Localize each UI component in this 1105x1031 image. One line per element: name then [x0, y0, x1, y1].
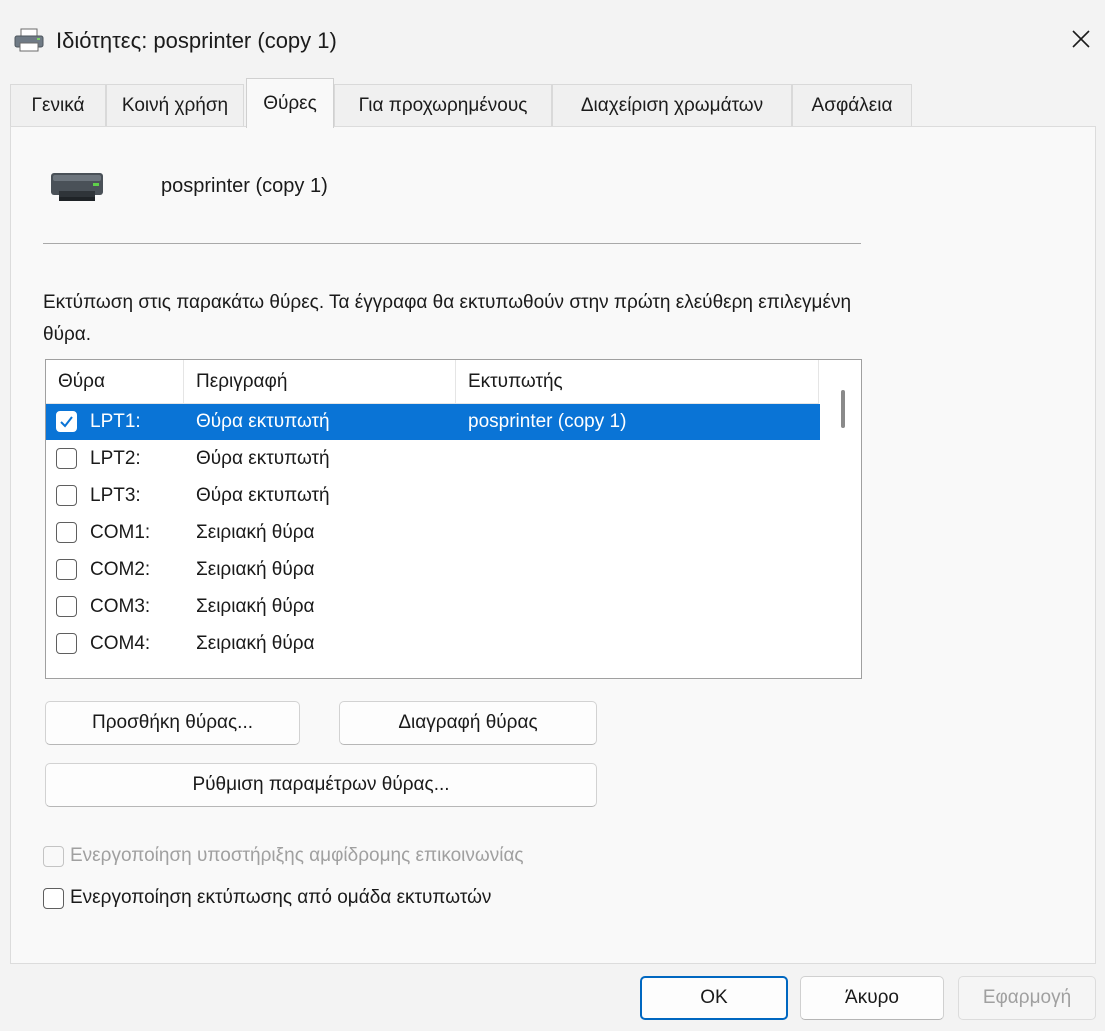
window-title: Ιδιότητες: posprinter (copy 1) [56, 28, 337, 53]
description-cell: Θύρα εκτυπωτή [196, 485, 330, 506]
add-port-button[interactable]: Προσθήκη θύρας... [45, 701, 300, 745]
checkbox-box[interactable] [43, 845, 64, 867]
cancel-button[interactable]: Άκυρο [800, 976, 944, 1020]
table-row[interactable]: COM1: Σειριακή θύρα [46, 515, 820, 551]
port-cell: COM4: [90, 633, 151, 654]
description-cell: Σειριακή θύρα [196, 559, 315, 580]
tab-color-management[interactable]: Διαχείριση χρωμάτων [552, 84, 792, 127]
printer-cell: posprinter (copy 1) [468, 411, 627, 432]
tab-label: Θύρες [263, 92, 317, 114]
tab-sharing[interactable]: Κοινή χρήση [106, 84, 244, 127]
table-row[interactable]: LPT3: Θύρα εκτυπωτή [46, 478, 820, 514]
printer-pooling-label: Ενεργοποίηση εκτύπωσης από ομάδα εκτυπωτ… [70, 887, 492, 908]
description-cell: Σειριακή θύρα [196, 596, 315, 617]
ports-description: Εκτύπωση στις παρακάτω θύρες. Τα έγγραφα… [43, 292, 852, 345]
tab-advanced[interactable]: Για προχωρημένους [334, 84, 552, 127]
checkbox-unchecked-icon[interactable] [56, 522, 77, 543]
port-cell: COM3: [90, 596, 151, 617]
checkbox-unchecked-icon[interactable] [56, 485, 77, 506]
bidirectional-support-label: Ενεργοποίηση υποστήριξης αμφίδρομης επικ… [70, 845, 524, 866]
list-header: Θύρα Περιγραφή Εκτυπωτής [46, 360, 819, 404]
table-row[interactable]: COM2: Σειριακή θύρα [46, 552, 820, 588]
description-cell: Θύρα εκτυπωτή [196, 448, 330, 469]
printer-name: posprinter (copy 1) [161, 175, 328, 197]
tab-label: Κοινή χρήση [121, 95, 229, 116]
bidirectional-support-checkbox[interactable]: Ενεργοποίηση υποστήριξης αμφίδρομης επικ… [43, 841, 524, 871]
vertical-scrollbar[interactable] [821, 360, 861, 678]
port-cell: COM2: [90, 559, 151, 580]
checkbox-unchecked-icon[interactable] [56, 559, 77, 580]
table-row[interactable]: LPT2: Θύρα εκτυπωτή [46, 441, 820, 477]
port-cell: LPT3: [90, 485, 141, 506]
description-cell: Σειριακή θύρα [196, 522, 315, 543]
description-cell: Σειριακή θύρα [196, 633, 315, 654]
column-header-port[interactable]: Θύρα [46, 360, 184, 404]
apply-button[interactable]: Εφαρμογή [958, 976, 1096, 1020]
configure-port-button[interactable]: Ρύθμιση παραμέτρων θύρας... [45, 763, 597, 807]
tab-label: Διαχείριση χρωμάτων [580, 95, 764, 116]
divider [43, 243, 861, 244]
table-row[interactable]: COM3: Σειριακή θύρα [46, 589, 820, 625]
delete-port-button[interactable]: Διαγραφή θύρας [339, 701, 597, 745]
ports-tab-panel: posprinter (copy 1) Εκτύπωση στις παρακά… [10, 126, 1096, 964]
checkbox-checked-icon[interactable] [56, 411, 77, 432]
port-cell: LPT2: [90, 448, 141, 469]
checkbox-unchecked-icon[interactable] [56, 596, 77, 617]
port-cell: LPT1: [90, 411, 141, 432]
tab-general[interactable]: Γενικά [10, 84, 106, 127]
printer-icon [49, 167, 105, 203]
close-icon[interactable] [1064, 22, 1098, 56]
ports-list[interactable]: Θύρα Περιγραφή Εκτυπωτής LPT1: Θύρα εκτυπ… [45, 359, 862, 679]
port-cell: COM1: [90, 522, 151, 543]
tab-label: Γενικά [31, 95, 85, 116]
scrollbar-thumb[interactable] [841, 390, 845, 428]
tab-label: Ασφάλεια [811, 95, 893, 116]
checkbox-box[interactable] [43, 887, 64, 909]
tab-label: Για προχωρημένους [358, 95, 528, 116]
checkbox-unchecked-icon[interactable] [56, 633, 77, 654]
tab-ports[interactable]: Θύρες [246, 78, 334, 128]
printer-icon [14, 28, 44, 52]
column-header-description[interactable]: Περιγραφή [184, 360, 456, 404]
title-bar: Ιδιότητες: posprinter (copy 1) [0, 0, 1105, 82]
table-row[interactable]: LPT1: Θύρα εκτυπωτή posprinter (copy 1) [46, 404, 820, 440]
printer-pooling-checkbox[interactable]: Ενεργοποίηση εκτύπωσης από ομάδα εκτυπωτ… [43, 883, 491, 913]
table-row[interactable]: COM4: Σειριακή θύρα [46, 626, 820, 662]
dialog-footer: OK Άκυρο Εφαρμογή [0, 964, 1105, 1031]
ok-button[interactable]: OK [640, 976, 788, 1020]
description-cell: Θύρα εκτυπωτή [196, 411, 330, 432]
checkbox-unchecked-icon[interactable] [56, 448, 77, 469]
column-header-printer[interactable]: Εκτυπωτής [456, 360, 819, 404]
tab-security[interactable]: Ασφάλεια [792, 84, 912, 127]
